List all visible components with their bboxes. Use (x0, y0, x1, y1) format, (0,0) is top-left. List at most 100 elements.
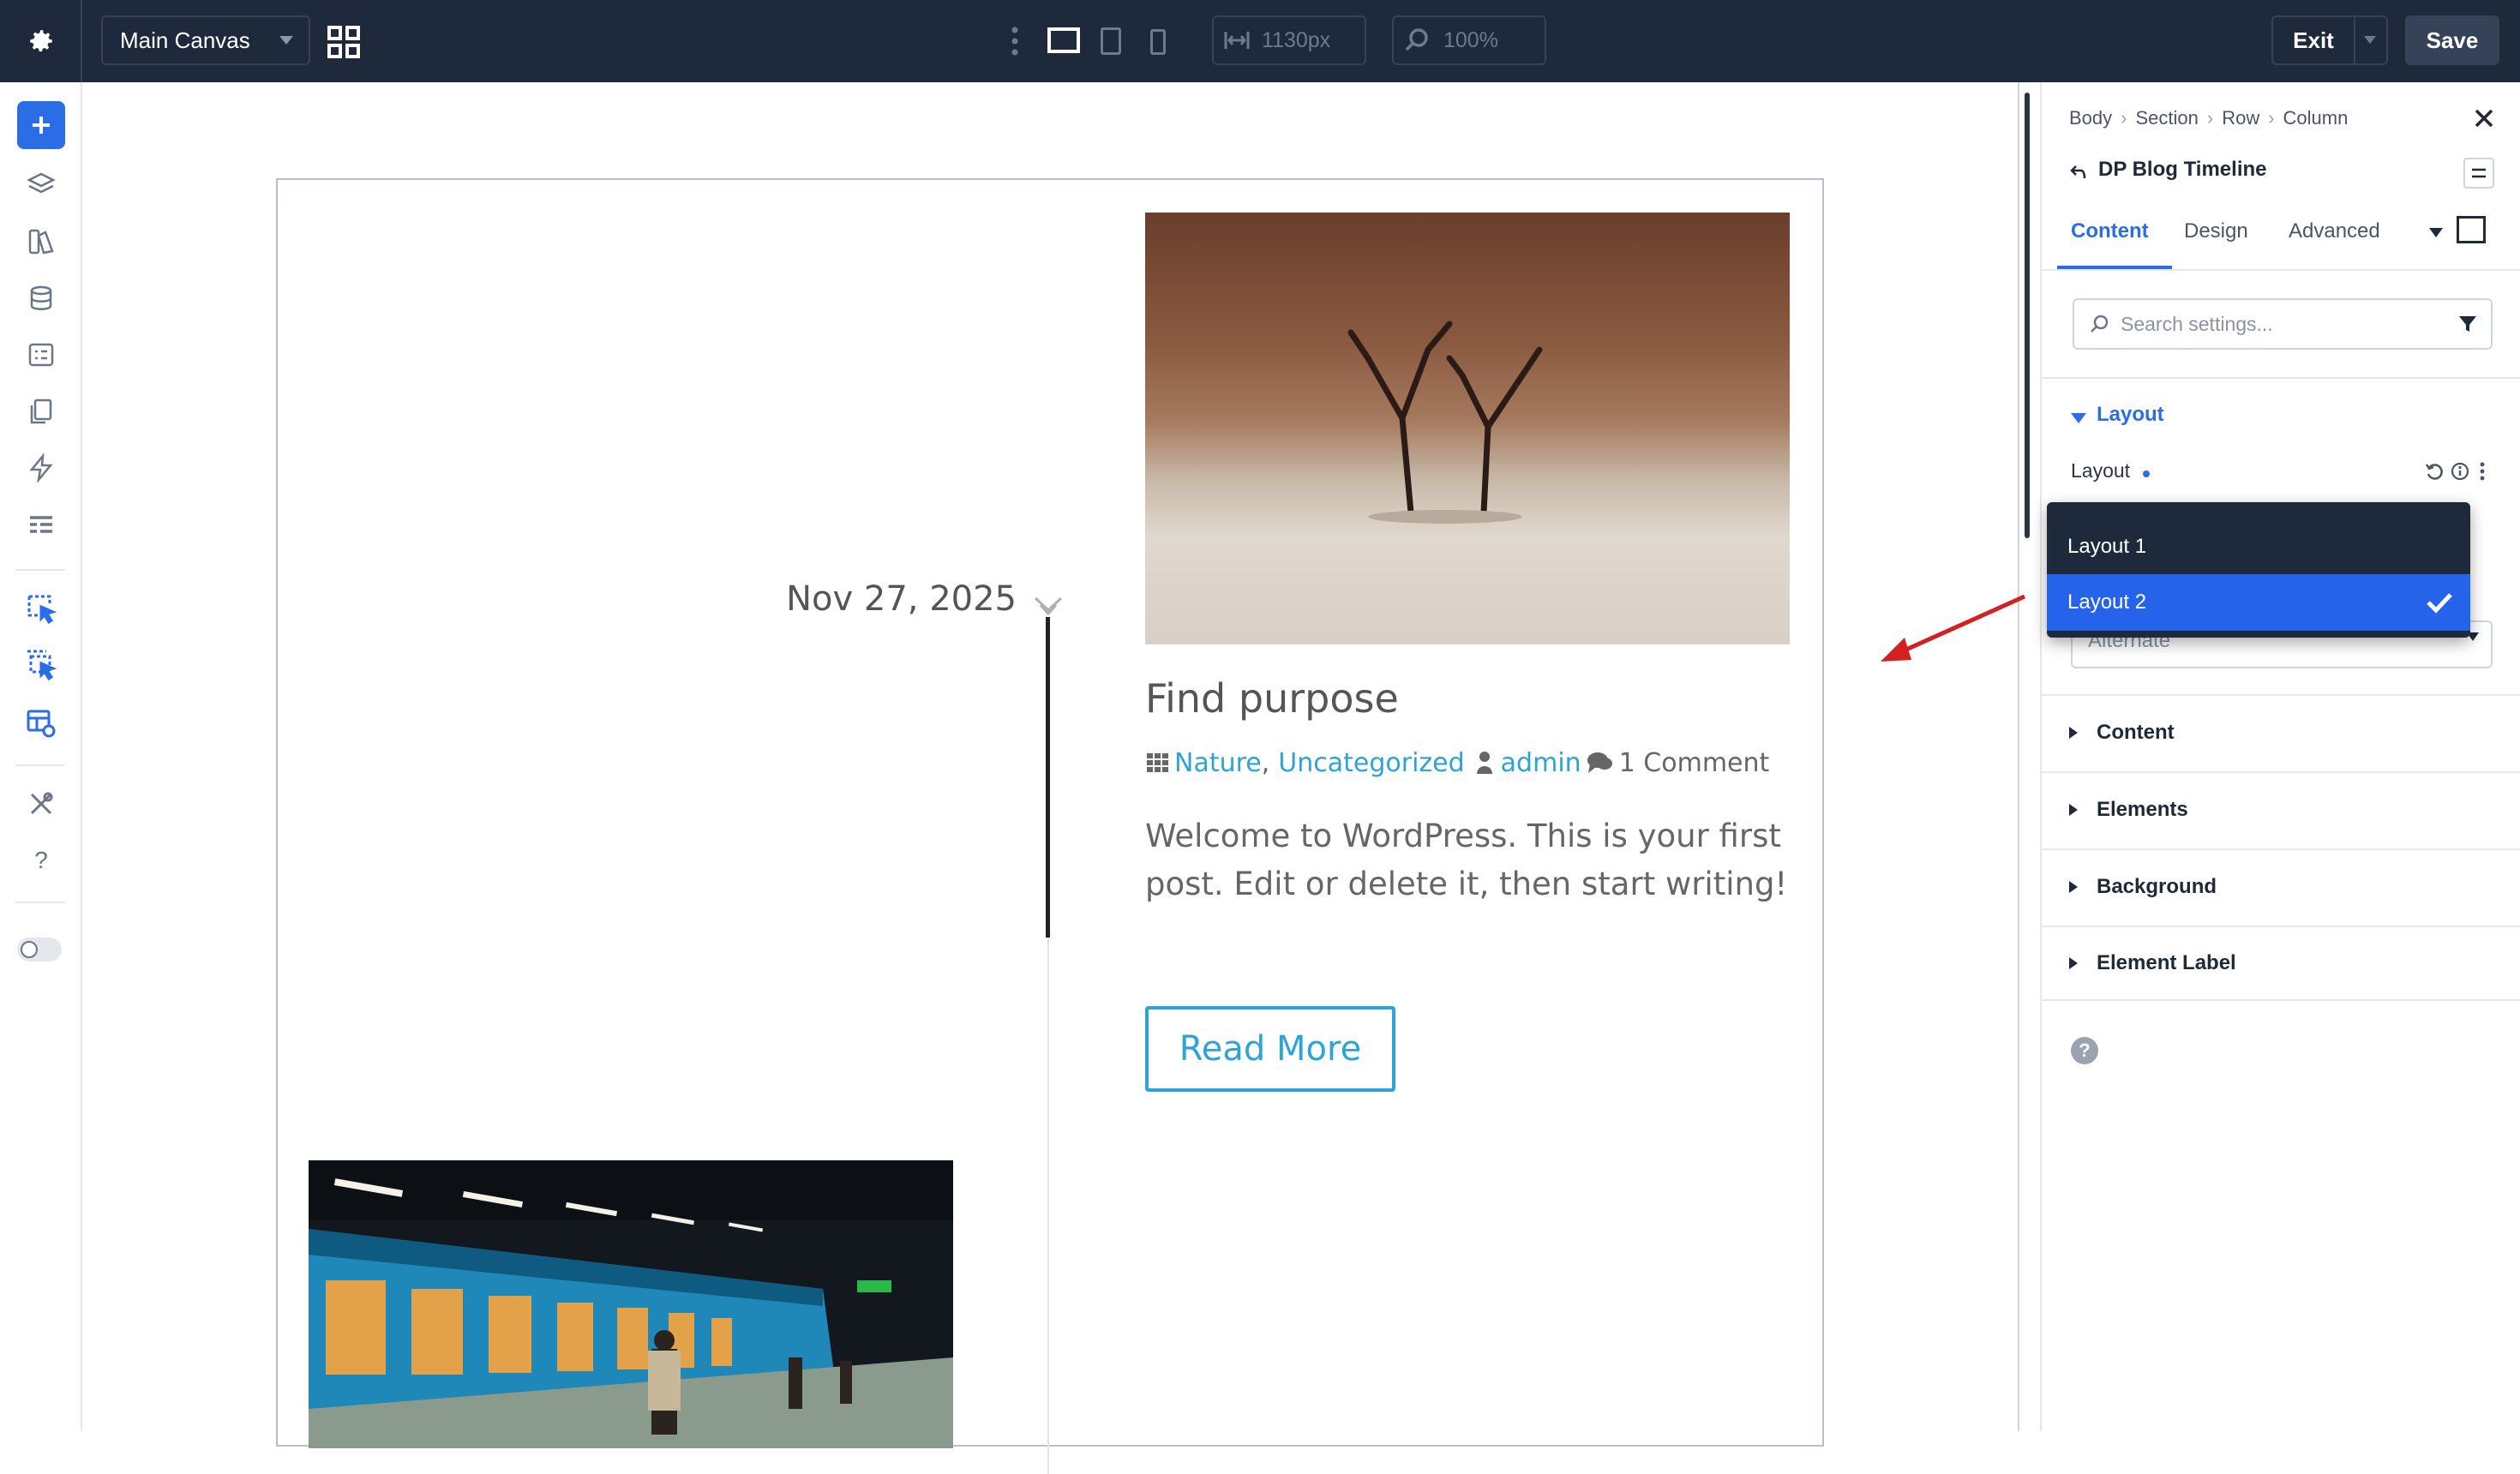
exit-button[interactable]: Exit (2273, 27, 2354, 54)
layers-icon[interactable] (24, 168, 58, 202)
select-element-icon[interactable] (24, 591, 58, 626)
section-content-label: Content (2097, 721, 2175, 744)
canvas-select-value: Main Canvas (120, 27, 250, 53)
section-content[interactable]: Content (2042, 694, 2520, 770)
database-icon[interactable] (24, 281, 58, 315)
zoom-value: 100% (1443, 27, 1498, 52)
caret-right-icon (2069, 881, 2078, 893)
design-library-icon[interactable] (24, 225, 58, 259)
post-featured-image-desert[interactable] (1145, 213, 1790, 644)
breadcrumb-separator-icon: › (2268, 107, 2275, 129)
layout-option-2[interactable]: Layout 2 (2047, 574, 2470, 631)
annotation-arrow (1874, 588, 2028, 682)
chevron-down-icon (279, 36, 293, 45)
sidebar-divider-2 (15, 764, 65, 766)
breadcrumb: Body › Section › Row › Column (2069, 103, 2348, 134)
search-settings-field[interactable]: Search settings... (2073, 298, 2493, 350)
breadcrumb-body[interactable]: Body (2069, 107, 2112, 129)
info-icon[interactable] (2450, 461, 2470, 482)
read-more-button[interactable]: Read More (1145, 1006, 1395, 1092)
post-excerpt-line-2: post. Edit or delete it, then start writ… (1145, 866, 1788, 902)
comments-count[interactable]: 1 Comment (1619, 748, 1770, 778)
section-elements-label: Elements (2097, 798, 2188, 821)
layout-group-label[interactable]: Layout (2097, 403, 2164, 427)
grid-view-icon[interactable] (327, 26, 360, 58)
help-circle-icon[interactable]: ? (2071, 1037, 2098, 1064)
template-settings-icon[interactable] (24, 706, 58, 740)
desktop-view-icon[interactable] (1047, 27, 1080, 53)
back-arrow-icon[interactable] (2069, 161, 2090, 182)
section-elements[interactable]: Elements (2042, 771, 2520, 847)
layout-option-1[interactable]: Layout 1 (2047, 521, 2470, 572)
layout-option-2-label: Layout 2 (2067, 590, 2147, 614)
select-parent-icon[interactable] (24, 648, 58, 682)
module-options-icon[interactable] (2463, 158, 2494, 189)
category-link-nature[interactable]: Nature (1174, 748, 1262, 778)
breadcrumb-section[interactable]: Section (2135, 107, 2198, 129)
layout-dropdown-menu: Layout 1 Layout 2 (2047, 502, 2470, 638)
save-button[interactable]: Save (2405, 15, 2499, 65)
post-date: Nov 27, 2025 (786, 579, 1017, 619)
checkmark-icon (2427, 593, 2452, 614)
breadcrumb-separator-icon: › (2206, 107, 2214, 129)
sidebar-divider (15, 569, 65, 571)
timeline-chevron-icon (1032, 595, 1065, 620)
close-panel-icon[interactable] (2472, 106, 2496, 130)
reset-icon[interactable] (2424, 461, 2445, 482)
theme-toggle[interactable] (17, 938, 62, 962)
tools-icon[interactable] (24, 787, 58, 821)
search-divider (2042, 377, 2520, 379)
exit-options-chevron-icon[interactable] (2364, 36, 2376, 44)
search-icon (2091, 315, 2109, 333)
menu-lines-icon[interactable] (24, 507, 58, 542)
settings-panel: Body › Section › Row › Column DP Blog Ti… (2040, 82, 2520, 1431)
section-background[interactable]: Background (2042, 848, 2520, 924)
canvas-width-value: 1130px (1262, 27, 1331, 52)
tab-design[interactable]: Design (2184, 219, 2248, 243)
section-element-label[interactable]: Element Label (2042, 926, 2520, 1001)
canvas-scrollbar-thumb[interactable] (2025, 93, 2030, 538)
width-arrows-icon (1224, 32, 1250, 49)
tab-content[interactable]: Content (2071, 219, 2149, 243)
form-icon[interactable] (24, 338, 58, 372)
phone-view-icon[interactable] (1150, 29, 1166, 55)
layout-option-1-label: Layout 1 (2067, 535, 2147, 558)
post-title[interactable]: Find purpose (1145, 675, 1399, 722)
post-excerpt: Welcome to WordPress. This is your first… (1145, 812, 1814, 908)
builder-canvas: Nov 27, 2025 Find purpose Nature , Uncat… (82, 82, 2030, 1474)
plus-icon (33, 117, 50, 134)
add-element-button[interactable] (17, 101, 65, 149)
zoom-input[interactable]: 100% (1392, 15, 1546, 65)
module-title: DP Blog Timeline (2098, 158, 2267, 181)
lightning-icon[interactable] (24, 451, 58, 485)
breadcrumb-column[interactable]: Column (2283, 107, 2349, 129)
canvas-width-input[interactable]: 1130px (1212, 15, 1366, 65)
search-settings-placeholder: Search settings... (2121, 312, 2273, 335)
pages-icon[interactable] (24, 394, 58, 428)
post-featured-image-subway[interactable] (309, 1160, 953, 1448)
help-question-icon[interactable]: ? (24, 843, 58, 878)
canvas-right-border (2018, 82, 2019, 1431)
zoom-search-icon (1405, 28, 1428, 51)
comments-bubble-icon (1587, 752, 1612, 773)
field-more-options-icon[interactable] (2479, 461, 2486, 482)
modified-dot-indicator (2143, 470, 2150, 477)
layout-group-caret-icon[interactable] (2071, 413, 2086, 423)
breadcrumb-row[interactable]: Row (2222, 107, 2259, 129)
filter-icon[interactable] (2458, 315, 2477, 333)
author-link[interactable]: admin (1501, 748, 1581, 778)
settings-gear-icon[interactable] (21, 21, 62, 62)
top-toolbar: Main Canvas 1130px 100% Exit Save (0, 0, 2520, 82)
tabs-more-chevron-icon[interactable] (2429, 228, 2443, 237)
canvas-select[interactable]: Main Canvas (101, 15, 310, 65)
preview-window-icon[interactable] (2457, 216, 2486, 243)
more-vertical-icon[interactable] (1011, 26, 1018, 57)
blog-timeline-module[interactable]: Nov 27, 2025 Find purpose Nature , Uncat… (276, 178, 1824, 1474)
category-link-uncategorized[interactable]: Uncategorized (1278, 748, 1464, 778)
caret-right-icon (2069, 957, 2078, 969)
tab-advanced[interactable]: Advanced (2289, 219, 2380, 243)
toolbar-divider (81, 0, 82, 82)
breadcrumb-separator-icon: › (2121, 107, 2127, 129)
caret-right-icon (2069, 727, 2078, 739)
tablet-view-icon[interactable] (1101, 27, 1121, 55)
